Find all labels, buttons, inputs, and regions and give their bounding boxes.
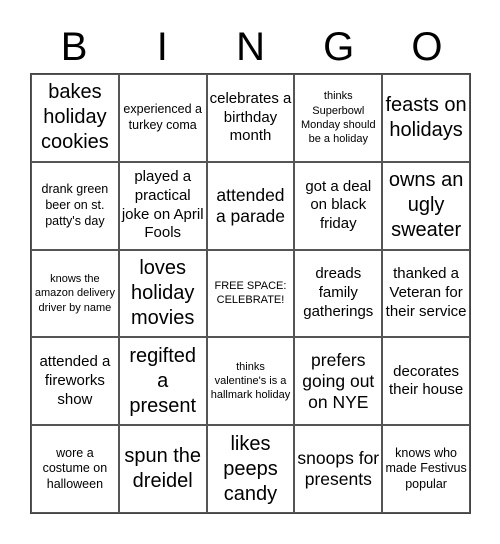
cell-label: feasts on holidays bbox=[385, 93, 467, 141]
cell-label: attended a parade bbox=[215, 184, 286, 226]
bingo-header: B I N G O bbox=[30, 22, 471, 72]
bingo-cell[interactable]: decorates their house bbox=[382, 337, 470, 426]
cell-label: prefers going out on NYE bbox=[302, 349, 375, 412]
bingo-cell[interactable]: knows the amazon delivery driver by name bbox=[31, 249, 119, 338]
cell-label: loves holiday movies bbox=[131, 256, 195, 329]
bingo-cell[interactable]: played a practical joke on April Fools bbox=[118, 161, 207, 250]
cell-label: spun the dreidel bbox=[124, 445, 202, 493]
bingo-cell[interactable]: thinks Superbowl Monday should be a holi… bbox=[294, 74, 383, 162]
cell-label: drank green beer on st. patty's day bbox=[41, 182, 109, 228]
cell-label: knows who made Festivus popular bbox=[385, 445, 467, 491]
cell-label: got a deal on black friday bbox=[305, 177, 372, 233]
bingo-cell[interactable]: knows who made Festivus popular bbox=[382, 425, 470, 513]
header-letter-i: I bbox=[156, 25, 168, 69]
cell-label: likes peeps candy bbox=[223, 432, 278, 505]
bingo-cell[interactable]: wore a costume on halloween bbox=[31, 425, 119, 513]
bingo-cell[interactable]: attended a fireworks show bbox=[31, 337, 119, 426]
cell-label: snoops for presents bbox=[297, 448, 380, 490]
bingo-cell[interactable]: celebrates a birthday month bbox=[206, 74, 295, 162]
bingo-cell[interactable]: owns an ugly sweater bbox=[382, 161, 470, 250]
cell-label: owns an ugly sweater bbox=[388, 169, 464, 242]
cell-label: experienced a turkey coma bbox=[123, 102, 202, 132]
cell-label: regifted a present bbox=[129, 344, 197, 417]
bingo-cell[interactable]: attended a parade bbox=[206, 161, 295, 250]
bingo-cell[interactable]: dreads family gatherings bbox=[294, 249, 383, 338]
bingo-cell[interactable]: drank green beer on st. patty's day bbox=[31, 161, 119, 250]
header-letter-b: B bbox=[60, 25, 88, 69]
cell-label: bakes holiday cookies bbox=[40, 81, 109, 154]
bingo-cell[interactable]: loves holiday movies bbox=[118, 249, 207, 338]
header-letter-g: G bbox=[323, 25, 355, 69]
bingo-cell[interactable]: bakes holiday cookies bbox=[31, 74, 119, 162]
bingo-cell[interactable]: thanked a Veteran for their service bbox=[382, 249, 470, 338]
bingo-cell[interactable]: spun the dreidel bbox=[118, 425, 207, 513]
cell-label: thinks valentine's is a hallmark holiday bbox=[210, 360, 291, 402]
free-space-cell[interactable]: FREE SPACE: CELEBRATE! bbox=[206, 249, 295, 338]
cell-label: thinks Superbowl Monday should be a holi… bbox=[300, 90, 376, 146]
bingo-cell[interactable]: regifted a present bbox=[118, 337, 207, 426]
bingo-cell[interactable]: likes peeps candy bbox=[206, 425, 295, 513]
header-letter-n: N bbox=[236, 25, 265, 69]
bingo-cell[interactable]: experienced a turkey coma bbox=[118, 74, 207, 162]
bingo-cell[interactable]: feasts on holidays bbox=[382, 74, 470, 162]
cell-label: FREE SPACE: CELEBRATE! bbox=[214, 280, 287, 307]
bingo-cell[interactable]: snoops for presents bbox=[294, 425, 383, 513]
cell-label: wore a costume on halloween bbox=[42, 445, 108, 491]
cell-label: thanked a Veteran for their service bbox=[385, 265, 467, 320]
cell-label: decorates their house bbox=[388, 362, 464, 399]
bingo-grid: bakes holiday cookies experienced a turke… bbox=[30, 73, 471, 514]
bingo-cell[interactable]: got a deal on black friday bbox=[294, 161, 383, 250]
bingo-cell[interactable]: thinks valentine's is a hallmark holiday bbox=[206, 337, 295, 426]
cell-label: knows the amazon delivery driver by name bbox=[34, 273, 115, 314]
bingo-cell[interactable]: prefers going out on NYE bbox=[294, 337, 383, 426]
cell-label: played a practical joke on April Fools bbox=[121, 168, 204, 242]
cell-label: dreads family gatherings bbox=[303, 265, 374, 320]
cell-label: attended a fireworks show bbox=[39, 353, 111, 408]
header-letter-o: O bbox=[411, 25, 443, 69]
cell-label: celebrates a birthday month bbox=[209, 89, 292, 145]
